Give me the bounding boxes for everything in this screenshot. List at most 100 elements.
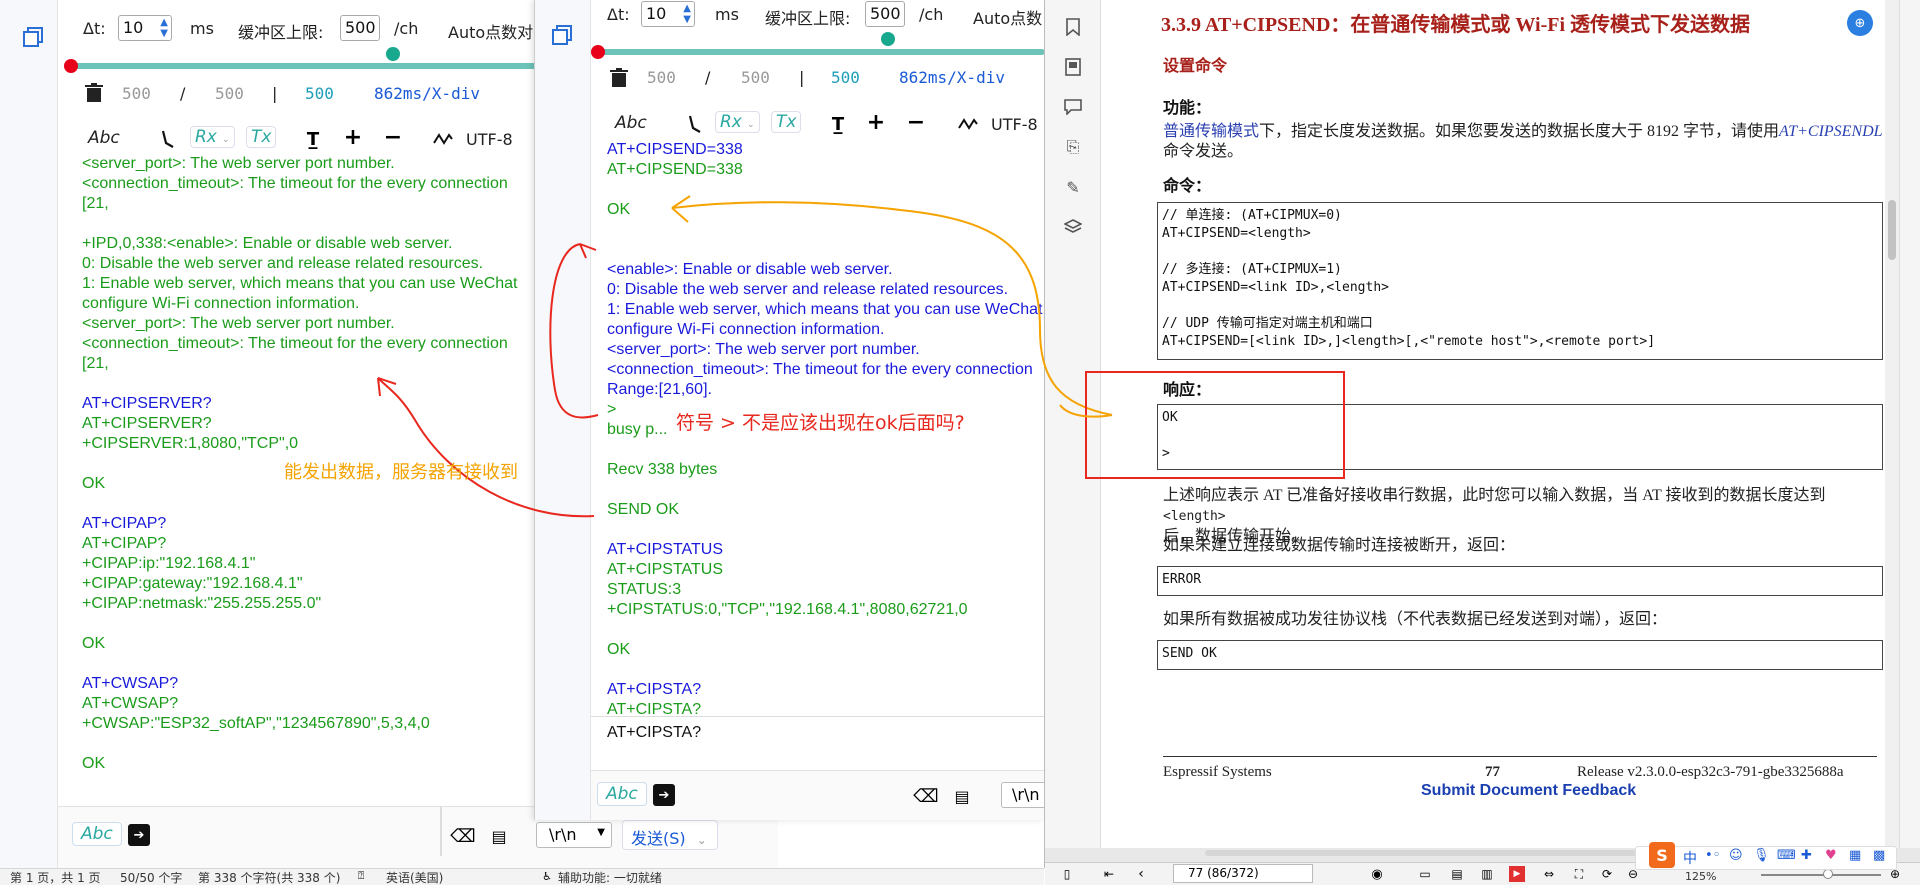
middle-side-strip bbox=[535, 0, 591, 820]
status-language[interactable]: 英语(美国) bbox=[386, 869, 443, 885]
copy-window-icon[interactable] bbox=[549, 22, 575, 48]
waveform-icon[interactable] bbox=[432, 128, 454, 150]
pdf-scroll-thumb[interactable] bbox=[1888, 200, 1896, 260]
first-page-icon[interactable]: ⇤ bbox=[1101, 866, 1117, 882]
slider-start-dot[interactable] bbox=[591, 45, 605, 59]
accessibility-icon[interactable]: ♿ bbox=[540, 869, 554, 883]
play-icon[interactable]: ▶ bbox=[1509, 866, 1525, 882]
format-rx-button[interactable]: Rx ⌄ bbox=[190, 126, 235, 148]
text-format-icon[interactable]: T̲̲ bbox=[302, 128, 324, 150]
tx-label: Tx bbox=[251, 127, 272, 147]
slash: / bbox=[705, 68, 711, 87]
format-abc-button[interactable]: Abc bbox=[88, 128, 120, 148]
count-c: 500 bbox=[831, 68, 860, 87]
single-page-icon[interactable]: ▭ bbox=[1417, 866, 1433, 882]
format-rx-button[interactable]: Rx ⌄ bbox=[715, 111, 760, 133]
clipboard-icon[interactable]: ▤ bbox=[951, 786, 973, 806]
send-file-icon[interactable]: ➔ bbox=[128, 824, 150, 846]
slider-start-dot[interactable] bbox=[64, 59, 78, 73]
layers-icon[interactable] bbox=[1063, 216, 1083, 238]
delta-input[interactable]: 10 ▲ ▼ bbox=[641, 1, 695, 27]
sogou-logo-icon[interactable]: S bbox=[1649, 842, 1675, 868]
proofing-icon[interactable]: ⍰ bbox=[354, 869, 368, 883]
buffer-input[interactable]: 500 bbox=[340, 15, 380, 41]
eye-icon[interactable]: ◉ bbox=[1369, 866, 1385, 882]
bookmark-icon[interactable] bbox=[1063, 16, 1083, 38]
normal-mode-link[interactable]: 普通传输模式 bbox=[1163, 123, 1259, 140]
line-end-select[interactable]: \r\n ▼ bbox=[536, 822, 612, 848]
buffer-input[interactable]: 500 bbox=[865, 1, 905, 27]
send-input[interactable]: AT+CIPSTA? bbox=[607, 724, 701, 742]
status-page[interactable]: 第 1 页，共 1 页 bbox=[10, 869, 101, 885]
ime-game-icon[interactable]: ♥ bbox=[1825, 848, 1837, 863]
send-button[interactable]: 发送(S) ⌄ bbox=[622, 820, 718, 850]
thumbnail-icon[interactable] bbox=[1063, 56, 1083, 78]
comment-icon[interactable] bbox=[1063, 96, 1083, 118]
format-abc-button[interactable]: Abc bbox=[615, 113, 647, 133]
plus-icon[interactable]: + bbox=[342, 125, 364, 150]
send-area-separator bbox=[440, 806, 442, 856]
signature-icon[interactable]: ✎ bbox=[1063, 176, 1083, 198]
bottom-abc-button[interactable]: Abc bbox=[597, 782, 647, 806]
timeline-slider[interactable] bbox=[72, 63, 540, 69]
cipsendl-link[interactable]: AT+CIPSENDL bbox=[1779, 123, 1883, 140]
log-line: <connection_timeout>: The timeout for th… bbox=[607, 361, 1033, 378]
format-tx-button[interactable]: Tx bbox=[246, 126, 277, 148]
zoom-slider-handle[interactable] bbox=[1823, 869, 1833, 879]
log-line: configure Wi-Fi connection information. bbox=[607, 321, 885, 338]
format-tx-button[interactable]: Tx bbox=[771, 111, 802, 133]
submit-feedback-link[interactable]: Submit Document Feedback bbox=[1421, 782, 1636, 800]
pen-icon[interactable] bbox=[158, 128, 178, 150]
log-line: +CWSAP:"ESP32_softAP","1234567890",5,3,4… bbox=[82, 715, 430, 732]
continuous-page-icon[interactable]: ▤ bbox=[1449, 866, 1465, 882]
ime-keyboard-icon[interactable]: ⌨ bbox=[1777, 848, 1796, 863]
text-format-icon[interactable]: T̲̲ bbox=[827, 113, 849, 135]
slider-handle[interactable] bbox=[881, 32, 895, 46]
fit-width-icon[interactable]: ⇔ bbox=[1541, 866, 1557, 882]
fit-page-icon[interactable]: ⛶ bbox=[1571, 866, 1587, 882]
status-accessibility[interactable]: 辅助功能: 一切就绪 bbox=[558, 869, 662, 885]
trash-icon[interactable] bbox=[609, 67, 629, 89]
encoding-label[interactable]: UTF-8 bbox=[466, 130, 513, 149]
line-end-select[interactable]: \r\n bbox=[1001, 782, 1045, 808]
waveform-icon[interactable] bbox=[957, 113, 979, 135]
plus-icon[interactable]: + bbox=[865, 110, 887, 135]
ai-assistant-icon[interactable]: ⊕ bbox=[1847, 10, 1873, 36]
zoom-slider[interactable] bbox=[1761, 874, 1881, 876]
ime-skin-icon[interactable]: ✚ bbox=[1801, 848, 1812, 863]
trash-icon[interactable] bbox=[84, 82, 104, 104]
spin-icon[interactable]: ▲ ▼ bbox=[683, 3, 691, 25]
eraser-icon[interactable]: ⌫ bbox=[450, 826, 475, 847]
clipboard-icon[interactable]: ▤ bbox=[488, 826, 510, 846]
log-line: AT+CWSAP? bbox=[82, 675, 179, 692]
ime-punct-icon[interactable]: •◦ bbox=[1705, 848, 1720, 863]
zoom-level[interactable]: 125% bbox=[1685, 870, 1716, 883]
ime-chinese-mode[interactable]: 中 bbox=[1683, 848, 1697, 868]
pdf-vertical-scrollbar[interactable] bbox=[1885, 0, 1899, 848]
ime-grid-icon[interactable]: ▦ bbox=[1849, 848, 1861, 863]
page-number-box[interactable]: 77 (86/372) bbox=[1173, 864, 1313, 883]
slash: / bbox=[180, 84, 186, 103]
send-file-icon[interactable]: ➔ bbox=[653, 784, 675, 806]
minus-icon[interactable]: − bbox=[905, 110, 927, 135]
status-chars[interactable]: 第 338 个字符(共 338 个) bbox=[198, 869, 340, 885]
timeline-slider[interactable] bbox=[595, 49, 1045, 55]
minus-icon[interactable]: − bbox=[382, 125, 404, 150]
bottom-abc-button[interactable]: Abc bbox=[72, 822, 122, 846]
slider-handle[interactable] bbox=[386, 47, 400, 61]
two-page-icon[interactable]: ▥ bbox=[1479, 866, 1495, 882]
pen-icon[interactable] bbox=[685, 113, 705, 135]
prev-page-icon[interactable]: ‹ bbox=[1133, 866, 1149, 882]
rotate-icon[interactable]: ⟳ bbox=[1599, 866, 1615, 882]
status-words[interactable]: 50/50 个字 bbox=[120, 869, 182, 885]
spin-icon[interactable]: ▲ ▼ bbox=[160, 17, 168, 39]
copy-window-icon[interactable] bbox=[20, 24, 46, 50]
ime-emoji-icon[interactable]: ☺ bbox=[1729, 848, 1743, 863]
sidebar-toggle-icon[interactable]: ▯ bbox=[1059, 866, 1075, 882]
encoding-label[interactable]: UTF-8 bbox=[991, 115, 1038, 134]
delta-input[interactable]: 10 ▲ ▼ bbox=[118, 15, 172, 41]
eraser-icon[interactable]: ⌫ bbox=[913, 786, 938, 807]
attachment-icon[interactable]: ⎘ bbox=[1063, 136, 1083, 158]
ime-voice-icon[interactable]: 🎙︎ bbox=[1753, 848, 1770, 863]
ime-settings-icon[interactable]: ▩ bbox=[1873, 848, 1885, 863]
